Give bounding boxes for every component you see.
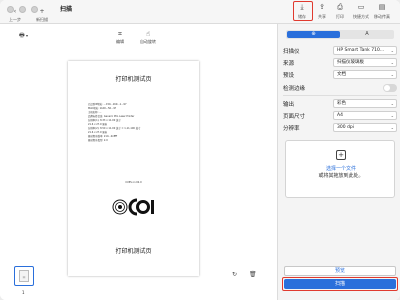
output-select[interactable]: 彩色 ⌄: [333, 99, 397, 108]
printer-icon: ⎙: [337, 3, 343, 11]
chevron-down-icon: ⌄: [390, 72, 394, 77]
chevron-down-icon: ⌄: [390, 48, 394, 53]
trash-icon[interactable]: 🗑: [249, 271, 257, 278]
new-scan-button[interactable]: + 新扫描: [36, 9, 48, 23]
page-title-top: 打印机测试页: [115, 76, 152, 83]
back-button[interactable]: ‹ 上一步: [9, 9, 21, 23]
detect-edges-toggle[interactable]: [383, 84, 397, 92]
quick-action-button[interactable]: ▭ 快捷方式: [353, 3, 369, 20]
panel-segmented-control: ⊕ A: [286, 30, 394, 39]
doc-line: 已识别IP地址: ...150...169...1...97: [88, 103, 127, 106]
preset-select[interactable]: 文档 ⌄: [333, 70, 397, 79]
scanner-window: ‹ 上一步 + 新扫描 扫描 ⤓ 储存 ⇪ 共享 ⎙ 打印 ▭ 快捷方式 ▤ 移…: [0, 0, 400, 300]
chevron-down-icon: ⌄: [390, 125, 394, 130]
doc-line: 驱动程序类型: 2.0: [88, 139, 108, 142]
add-file-icon: +: [336, 150, 346, 160]
doc-footer-note: CUPS on 02.0: [125, 181, 142, 184]
fax-icon: ▤: [378, 3, 386, 11]
resolution-select[interactable]: 300 dpi ⌄: [333, 123, 397, 132]
scanner-select[interactable]: HP Smart Tank 710... ⌄: [333, 46, 397, 55]
scan-highlight: 扫描: [282, 277, 398, 291]
row-scanner: 扫描仪 HP Smart Tank 710... ⌄: [283, 46, 398, 57]
window-title: 扫描: [60, 6, 73, 13]
tab-scan-settings[interactable]: ⊕: [287, 31, 340, 38]
chevron-down-icon: ⌄: [390, 113, 394, 118]
doc-line: 驱动程序版本: 210...0xffff: [88, 135, 117, 138]
row-page-size: 页面尺寸 A4 ⌄: [283, 111, 398, 122]
settings-panel: ⊕ A 扫描仪 HP Smart Tank 710... ⌄ 来源 扫描仪玻璃板 ⌄…: [277, 24, 400, 300]
row-output: 输出 彩色 ⌄: [283, 99, 398, 110]
toggle-knob: [384, 85, 390, 91]
page-thumbnail[interactable]: ▤: [14, 266, 34, 286]
scanned-page: 打印机测试页 已识别IP地址: ...150...169...1...97 MA…: [68, 61, 199, 276]
row-preset: 预设 文档 ⌄: [283, 70, 398, 81]
choose-file-link[interactable]: 选择一个文件: [286, 165, 396, 172]
doc-line: 品牌标签信息: Generic PCL Laser Printer: [88, 115, 135, 118]
crop-icon: ⌗: [118, 30, 122, 38]
rotate-icon[interactable]: ↻: [232, 271, 237, 278]
auto-rotate-button[interactable]: ☝ 自动旋转: [140, 30, 156, 45]
cups-logo: [112, 198, 154, 216]
print-button[interactable]: ⎙ 打印: [336, 3, 344, 20]
chevron-down-icon: ▾: [24, 33, 28, 38]
chevron-left-icon: ‹: [13, 8, 17, 15]
edit-button[interactable]: ⌗ 编辑: [116, 30, 124, 45]
scan-button[interactable]: 扫描: [284, 279, 396, 289]
preview-button[interactable]: 预览: [284, 266, 396, 276]
move-button[interactable]: ▤ 移动传真: [374, 3, 390, 20]
thumbnail-page-icon: ▤: [19, 270, 29, 282]
plus-icon: +: [39, 8, 45, 15]
row-detect-edges: 检测边缘: [283, 83, 398, 94]
doc-line: 分辨率(1): 8.33 x 11.00 英寸: [88, 119, 121, 122]
save-button[interactable]: ⤓ 储存: [298, 3, 306, 20]
doc-line: 分辨率(2): 8.50 x 11.00 英寸 = 1,11,100 英寸: [88, 127, 141, 130]
row-resolution: 分辨率 300 dpi ⌄: [283, 123, 398, 134]
quick-action-icon: ▭: [357, 3, 365, 11]
chevron-down-icon: ⌄: [390, 101, 394, 106]
chevron-down-icon: ⌄: [390, 60, 394, 65]
row-source: 来源 扫描仪玻璃板 ⌄: [283, 58, 398, 69]
drop-hint: 或将其拖放到此处。: [318, 173, 364, 179]
doc-line: MAC地址: 1bd0...56...9f: [88, 107, 116, 110]
tab-text-settings[interactable]: A: [341, 31, 393, 38]
doc-line: 21.6 x 27.9 厘米: [88, 131, 108, 134]
doc-line: 主机名称: ...: [88, 111, 102, 114]
page-title-bottom: 打印机测试页: [115, 248, 152, 255]
scanner-device-menu[interactable]: 🖶 ▾: [19, 31, 28, 41]
page-number: 1: [22, 290, 25, 295]
source-select[interactable]: 扫描仪玻璃板 ⌄: [333, 58, 397, 67]
divider: [283, 95, 397, 96]
file-drop-zone[interactable]: + 选择一个文件 或将其拖放到此处。: [285, 140, 395, 198]
share-icon: ⇪: [319, 3, 325, 11]
toolbar: ‹ 上一步 + 新扫描 扫描 ⤓ 储存 ⇪ 共享 ⎙ 打印 ▭ 快捷方式 ▤ 移…: [0, 0, 400, 24]
download-tray-icon: ⤓: [300, 3, 304, 11]
share-button[interactable]: ⇪ 共享: [318, 3, 326, 20]
preview-area: 🖶 ▾ ⌗ 编辑 ☝ 自动旋转 打印机测试页 已识别IP地址: ...150..…: [0, 24, 277, 300]
doc-line: 21.6 x 27.9 厘米: [88, 123, 108, 126]
page-size-select[interactable]: A4 ⌄: [333, 111, 397, 120]
hand-rotate-icon: ☝: [145, 30, 151, 38]
